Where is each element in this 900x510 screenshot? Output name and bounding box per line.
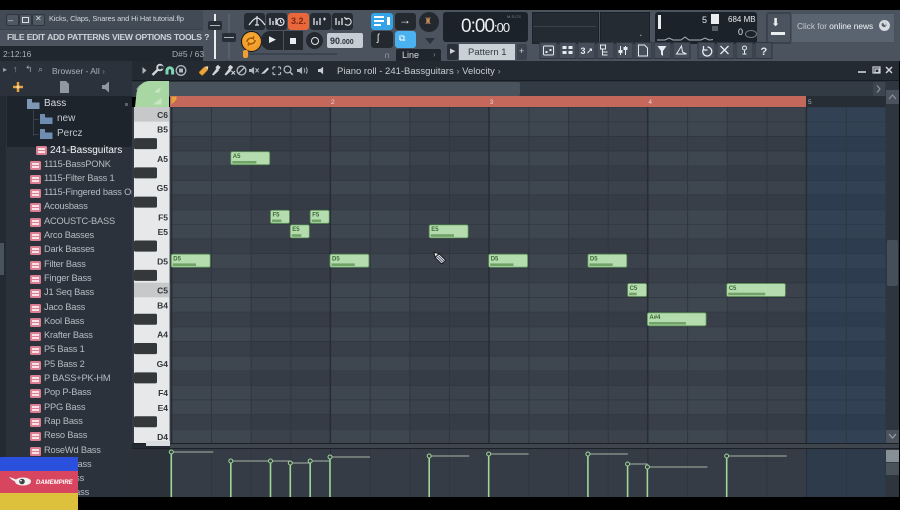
svg-text:E5: E5 <box>431 227 439 233</box>
svg-text:A5: A5 <box>157 154 168 164</box>
svg-text:Piano roll - 241-Bassguitars ›: Piano roll - 241-Bassguitars › Velocity … <box>337 66 501 77</box>
svg-text:DAMEMPIRE: DAMEMPIRE <box>36 480 74 486</box>
svg-text:C5: C5 <box>157 286 168 296</box>
svg-text:3: 3 <box>581 46 586 56</box>
svg-text:3: 3 <box>490 99 494 106</box>
svg-text:A4: A4 <box>157 330 168 340</box>
svg-text:D5: D5 <box>491 257 499 263</box>
svg-text:2: 2 <box>331 99 335 106</box>
svg-text:B5: B5 <box>157 125 168 135</box>
svg-text:G5: G5 <box>157 183 169 193</box>
svg-text:A5: A5 <box>233 154 241 160</box>
svg-text:?: ? <box>761 46 768 58</box>
svg-text:F4: F4 <box>158 388 168 398</box>
svg-text:5: 5 <box>808 99 812 106</box>
svg-text:D5: D5 <box>332 257 340 263</box>
svg-text:C5: C5 <box>630 286 638 292</box>
svg-text:E5: E5 <box>158 227 169 237</box>
svg-text:C5: C5 <box>729 286 737 292</box>
svg-text:F5: F5 <box>312 213 320 219</box>
svg-text:D5: D5 <box>590 257 598 263</box>
svg-text:E4: E4 <box>158 403 169 413</box>
svg-text:F5: F5 <box>273 213 281 219</box>
svg-text:D4: D4 <box>157 432 168 442</box>
svg-text:D5: D5 <box>157 256 168 266</box>
svg-text:A#4: A#4 <box>649 315 661 321</box>
svg-text:B4: B4 <box>157 300 168 310</box>
svg-text:G4: G4 <box>157 359 169 369</box>
svg-text:4: 4 <box>648 99 652 106</box>
svg-text:C6: C6 <box>157 110 168 120</box>
svg-text:F5: F5 <box>158 212 168 222</box>
svg-text:D5: D5 <box>173 257 181 263</box>
svg-text:E5: E5 <box>292 227 300 233</box>
